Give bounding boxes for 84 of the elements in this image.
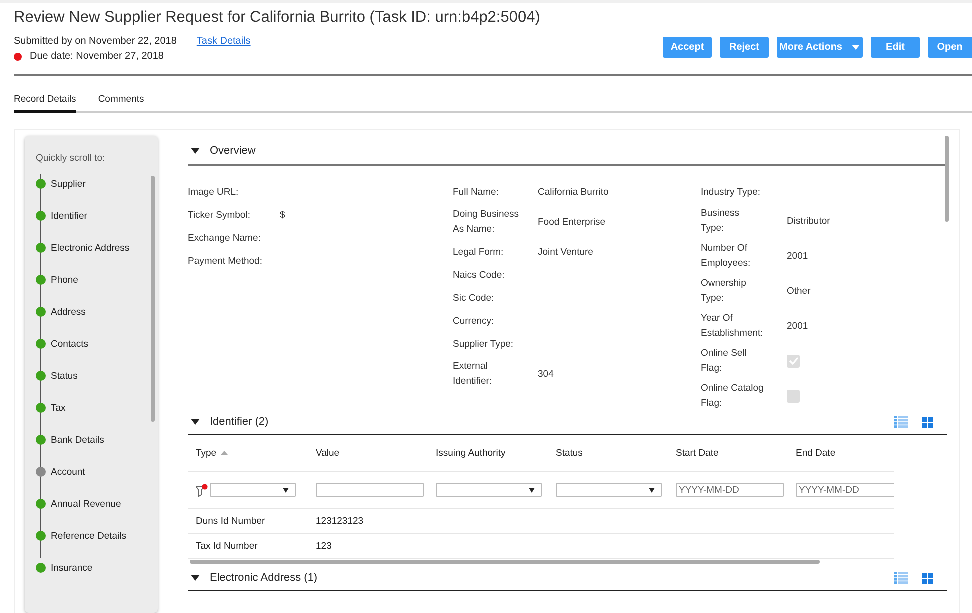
table-cell: 123 bbox=[316, 540, 332, 552]
submitted-text: Submitted by on November 22, 2018 bbox=[14, 36, 177, 47]
field-label: Doing Business As Name: bbox=[453, 208, 520, 237]
date-filter-field[interactable]: YYYY-MM-DD bbox=[796, 483, 894, 497]
nav-link[interactable]: Phone bbox=[51, 274, 78, 286]
field-value: Other bbox=[787, 286, 811, 296]
field-value: Food Enterprise bbox=[538, 216, 606, 228]
field-label: Currency: bbox=[453, 314, 496, 328]
field-label: Ticker Symbol: bbox=[188, 208, 252, 222]
field-label: Online Sell Flag: bbox=[701, 347, 748, 376]
section-title: Identifier (2) bbox=[210, 416, 269, 428]
grid-view-icon[interactable] bbox=[922, 416, 933, 428]
tab[interactable]: Comments bbox=[98, 94, 144, 113]
column-header[interactable]: Status bbox=[556, 448, 583, 458]
checkbox[interactable] bbox=[787, 354, 800, 368]
collapse-icon[interactable] bbox=[191, 148, 200, 154]
column-header[interactable]: Start Date bbox=[676, 448, 719, 458]
nav-link[interactable]: Insurance bbox=[51, 562, 93, 574]
tab[interactable]: Record Details bbox=[14, 94, 76, 113]
nav-link[interactable]: Address bbox=[51, 306, 86, 318]
scrollbar-thumb[interactable] bbox=[151, 176, 155, 422]
list-view-icon[interactable] bbox=[894, 572, 908, 584]
nav-link[interactable]: Tax bbox=[51, 402, 66, 414]
field-value: Joint Venture bbox=[538, 246, 594, 258]
field-label: Ownership Type: bbox=[701, 277, 748, 306]
nav-link[interactable]: Contacts bbox=[51, 338, 88, 350]
due-date-text: Due date: November 27, 2018 bbox=[30, 51, 164, 62]
field-label: Supplier Type: bbox=[453, 338, 515, 352]
field-label: Full Name: bbox=[453, 186, 500, 200]
date-filter-field[interactable]: YYYY-MM-DD bbox=[676, 483, 784, 497]
field-value: 2001 bbox=[787, 250, 808, 262]
field-label: Year Of Establishment: bbox=[701, 312, 764, 341]
collapse-icon[interactable] bbox=[191, 419, 200, 425]
checkbox[interactable] bbox=[787, 390, 800, 402]
nav-link[interactable]: Supplier bbox=[51, 178, 86, 190]
field-label: Payment Method: bbox=[188, 254, 264, 268]
field-value: Distributor bbox=[787, 216, 830, 226]
table-cell: Tax Id Number bbox=[196, 540, 258, 552]
scrollbar-thumb[interactable] bbox=[190, 560, 820, 564]
collapse-icon[interactable] bbox=[191, 575, 200, 581]
field-label: Image URL: bbox=[188, 186, 240, 200]
caret-icon bbox=[852, 45, 860, 50]
field-value: 304 bbox=[538, 368, 554, 380]
section-title: Overview bbox=[210, 145, 256, 157]
field-label: Number Of Employees: bbox=[701, 242, 752, 271]
nav-link[interactable]: Electronic Address bbox=[51, 242, 130, 254]
caret-icon bbox=[649, 488, 655, 492]
field-label: Naics Code: bbox=[453, 268, 506, 282]
nav-title: Quickly scroll to: bbox=[36, 153, 106, 164]
nav-link[interactable]: Reference Details bbox=[51, 530, 127, 542]
caret-icon bbox=[529, 488, 535, 492]
table-cell: Duns Id Number bbox=[196, 516, 266, 526]
filter-dropdown[interactable] bbox=[556, 483, 662, 497]
column-header[interactable]: Type bbox=[196, 448, 217, 458]
column-header[interactable]: Issuing Authority bbox=[436, 448, 506, 458]
field-value: 2001 bbox=[787, 320, 808, 332]
list-view-icon[interactable] bbox=[894, 416, 908, 428]
field-label: External Identifier: bbox=[453, 360, 494, 389]
nav-link[interactable]: Identifier bbox=[51, 210, 88, 222]
section-title: Electronic Address (1) bbox=[210, 572, 318, 584]
nav-link[interactable]: Account bbox=[51, 466, 86, 478]
field-label: Sic Code: bbox=[453, 292, 496, 306]
caret-icon bbox=[283, 488, 289, 492]
field-value: California Burrito bbox=[538, 186, 609, 198]
filter-dropdown[interactable] bbox=[436, 483, 542, 497]
nav-link[interactable]: Annual Revenue bbox=[51, 498, 122, 510]
field-label: Exchange Name: bbox=[188, 232, 262, 246]
field-label: Business Type: bbox=[701, 207, 741, 236]
field-label: Legal Form: bbox=[453, 246, 505, 260]
table-cell: 123123123 bbox=[316, 516, 364, 526]
filter-field[interactable] bbox=[316, 483, 424, 497]
column-header[interactable]: End Date bbox=[796, 448, 836, 458]
scrollbar-thumb[interactable] bbox=[945, 136, 949, 222]
field-label: Online Catalog Flag: bbox=[701, 382, 765, 411]
nav-link[interactable]: Bank Details bbox=[51, 434, 104, 446]
grid-view-icon[interactable] bbox=[922, 572, 933, 584]
page-title: Review New Supplier Request for California Burrito (Task ID: urn:b4p2:5004) bbox=[14, 9, 540, 27]
column-header[interactable]: Value bbox=[316, 448, 340, 458]
field-value: $ bbox=[280, 210, 286, 220]
nav-link[interactable]: Status bbox=[51, 370, 78, 382]
sort-icon[interactable] bbox=[220, 451, 228, 455]
task-details-link[interactable]: Task Details bbox=[196, 36, 251, 47]
filter-icon[interactable] bbox=[196, 484, 208, 496]
field-label: Industry Type: bbox=[701, 186, 762, 200]
